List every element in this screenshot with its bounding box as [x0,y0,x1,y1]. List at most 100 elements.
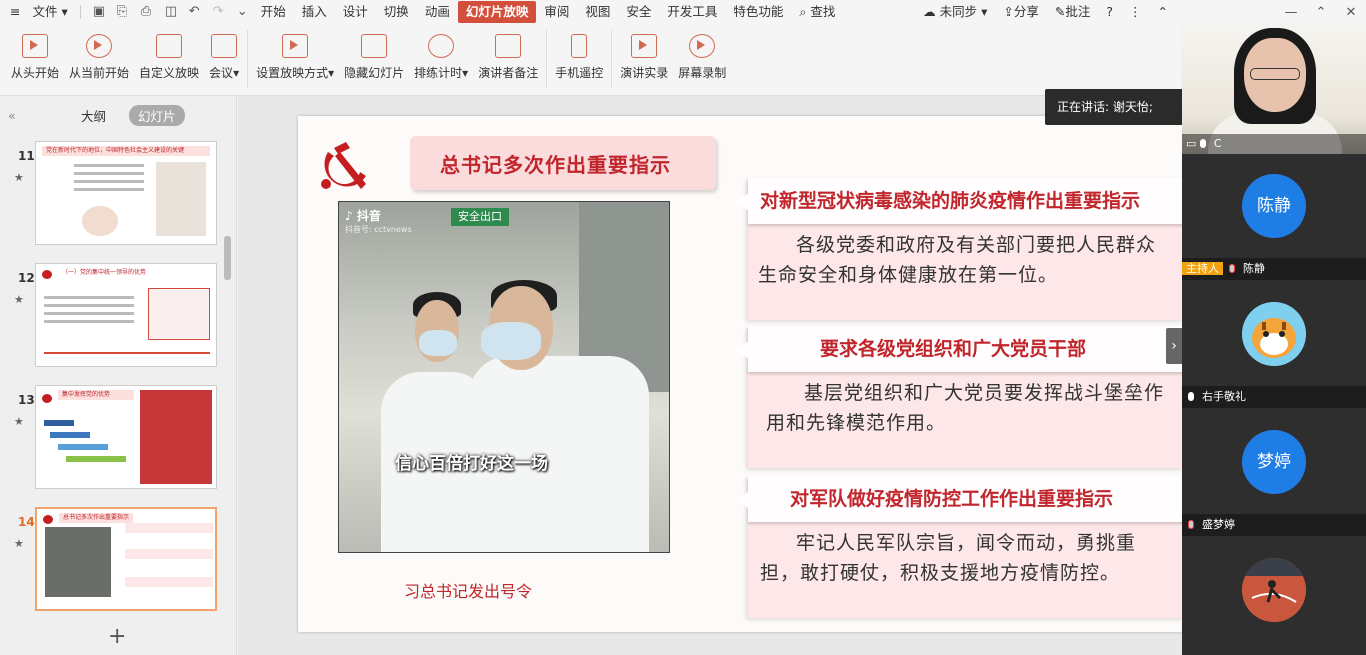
thumb-title: 总书记多次作出重要指示 [59,513,133,523]
slide-number: 12 [18,271,35,285]
tab-security[interactable]: 安全 [618,1,659,23]
tab-insert[interactable]: 插入 [294,1,335,23]
collapse-ribbon-icon[interactable]: ⌃ [1150,1,1176,23]
help-button[interactable]: ? [1098,1,1121,23]
speaker-notes-icon [495,34,522,58]
slide: 总书记多次作出重要指示 安全出口 ♪ 抖音 抖音号: cctvnews 信心百倍… [298,116,1182,632]
tab-view[interactable]: 视图 [577,1,618,23]
tab-review[interactable]: 审阅 [536,1,577,23]
glasses [1250,68,1300,80]
slide-thumbnail-selected[interactable]: 14 ★ 总书记多次作出重要指示 [0,507,237,617]
play-from-start-button[interactable]: 从头开始 [6,24,64,96]
search-box[interactable]: ⌕ 查找 [791,1,843,23]
undo-icon[interactable]: ↶ [181,1,205,23]
share-button[interactable]: ⇪分享 [995,1,1047,23]
slideshow-settings-button[interactable]: 设置放映方式▾ [251,24,339,96]
thumb-title: 党在新时代下的地位，中国特色社会主义建设的关键 [42,146,210,156]
camera-tile-name: C [1213,137,1222,150]
add-slide-button[interactable]: + [108,624,126,649]
menubar-right: ☁ 未同步 ▾ ⇪分享 ✎批注 ? ⋮ ⌃ [915,0,1176,24]
animation-star-icon: ★ [14,293,24,306]
thumbnail-image: 党在新时代下的地位，中国特色社会主义建设的关键 [35,141,217,245]
more-icon[interactable]: ⌄ [229,1,253,23]
participant-tile[interactable] [1182,538,1366,655]
custom-show-button[interactable]: 自定义放映 [134,24,204,96]
meeting-label: 会议▾ [209,66,240,80]
hammer-sickle-icon [42,270,52,279]
hide-slide-button[interactable]: 隐藏幻灯片 [339,24,409,96]
card-heading: 对新型冠状病毒感染的肺炎疫情作出重要指示 [734,178,1182,224]
hammer-and-sickle-icon [321,142,366,189]
more-options-icon[interactable]: ⋮ [1121,1,1150,23]
douyin-logo: ♪ 抖音 [345,209,381,223]
card-heading: 要求各级党组织和广大党员干部 [734,326,1182,372]
tab-transition[interactable]: 切换 [376,1,417,23]
slide-thumbnail[interactable]: 13 ★ 集中发挥党的优势 [0,385,237,495]
file-menu[interactable]: 文件 ▾ [24,1,75,23]
comment-button[interactable]: ✎批注 [1047,1,1099,23]
custom-show-label: 自定义放映 [139,66,200,80]
save-icon[interactable]: ▣ [85,1,109,23]
participant-tile[interactable]: 梦婷 盛梦婷 [1182,410,1366,536]
ribbon-toolbar: 从头开始 从当前开始 自定义放映 会议▾ 设置放映方式▾ 隐藏幻灯片 排练计时▾… [0,24,1180,96]
participant-avatar: 陈静 [1242,174,1306,238]
exit-sign: 安全出口 [451,208,509,226]
meeting-icon [211,34,238,58]
slide-thumbnail[interactable]: 11 ★ 党在新时代下的地位，中国特色社会主义建设的关键 [0,141,237,251]
panel-scrollbar[interactable] [224,236,231,280]
thumbnail-image: （一）党的集中统一领导的优势 [35,263,217,367]
minimize-window-icon[interactable]: — [1276,5,1306,20]
redo-icon[interactable]: ↷ [205,1,229,23]
speaker-notes-label: 演讲者备注 [478,66,539,80]
participant-name: 盛梦婷 [1202,518,1235,531]
close-window-icon[interactable]: ✕ [1336,5,1366,20]
animation-star-icon: ★ [14,537,24,550]
speaker-notes-button[interactable]: 演讲者备注 [473,24,543,96]
participant-tile[interactable]: 陈静 主持人 陈静 [1182,154,1366,280]
preview-icon[interactable]: ◫ [157,1,181,23]
tab-animation[interactable]: 动画 [417,1,458,23]
video-account: 抖音号: cctvnews [345,225,412,234]
tab-developer[interactable]: 开发工具 [659,1,725,23]
next-slide-arrow-icon[interactable]: › [1166,328,1182,364]
sync-button[interactable]: ☁ 未同步 ▾ [915,1,995,23]
tab-outline[interactable]: 大纲 [72,105,115,126]
meeting-button[interactable]: 会议▾ [204,24,244,96]
camera-video-tile[interactable]: ▭ C [1182,26,1366,154]
phone-remote-button[interactable]: 手机遥控 [550,24,608,96]
participant-tile[interactable]: 右手敬礼 [1182,282,1366,408]
mic-icon [1188,392,1194,401]
collapse-panel-icon[interactable]: « [8,108,30,123]
play-from-current-button[interactable]: 从当前开始 [64,24,134,96]
thumb-title: （一）党的集中统一领导的优势 [62,269,147,276]
slideshow-settings-icon [282,34,309,58]
embedded-video[interactable]: 安全出口 ♪ 抖音 抖音号: cctvnews 信心百倍打好这一场 [338,201,670,553]
tab-home[interactable]: 开始 [253,1,294,23]
custom-show-icon [156,34,183,58]
tab-design[interactable]: 设计 [335,1,376,23]
thumb-title: 集中发挥党的优势 [58,390,134,400]
tab-slideshow[interactable]: 幻灯片放映 [457,1,537,23]
more-window-icon[interactable]: ⌃ [1306,5,1336,20]
video-caption: 信心百倍打好这一场 [395,454,548,474]
meeting-label-text: 会议 [209,66,234,80]
hide-slide-label: 隐藏幻灯片 [344,66,405,80]
tab-features[interactable]: 特色功能 [725,1,791,23]
mic-icon [1199,139,1206,148]
window-controls: — ⌃ ✕ [1276,0,1366,24]
print-icon[interactable]: ⎙ [133,1,157,23]
screen-share-icon: ▭ [1186,137,1197,150]
slide-thumbnail[interactable]: 12 ★ （一）党的集中统一领导的优势 [0,263,237,373]
sports-avatar-icon [1242,558,1306,622]
card-body: 牢记人民军队宗旨，闻令而动，勇挑重担，敢打硬仗，积极支援地方疫情防控。 [760,532,1137,584]
record-talk-button[interactable]: 演讲实录 [615,24,673,96]
rehearse-timing-button[interactable]: 排练计时▾ [409,24,473,96]
export-icon[interactable]: ⎘ [109,1,133,23]
tab-slides[interactable]: 幻灯片 [129,104,185,126]
screen-record-button[interactable]: 屏幕录制 [673,24,731,96]
separator [79,5,81,19]
instruction-card: 要求各级党组织和广大党员干部 基层党组织和广大党员要发挥战斗堡垒作用和先锋模范作… [734,326,1182,468]
camera-tile-bar: ▭ C [1182,134,1366,154]
slide-thumbnail-panel: « 大纲 幻灯片 11 ★ 党在新时代下的地位，中国特色社会主义建设的关键 12… [0,96,237,655]
hamburger-icon[interactable]: ≡ [0,1,24,23]
